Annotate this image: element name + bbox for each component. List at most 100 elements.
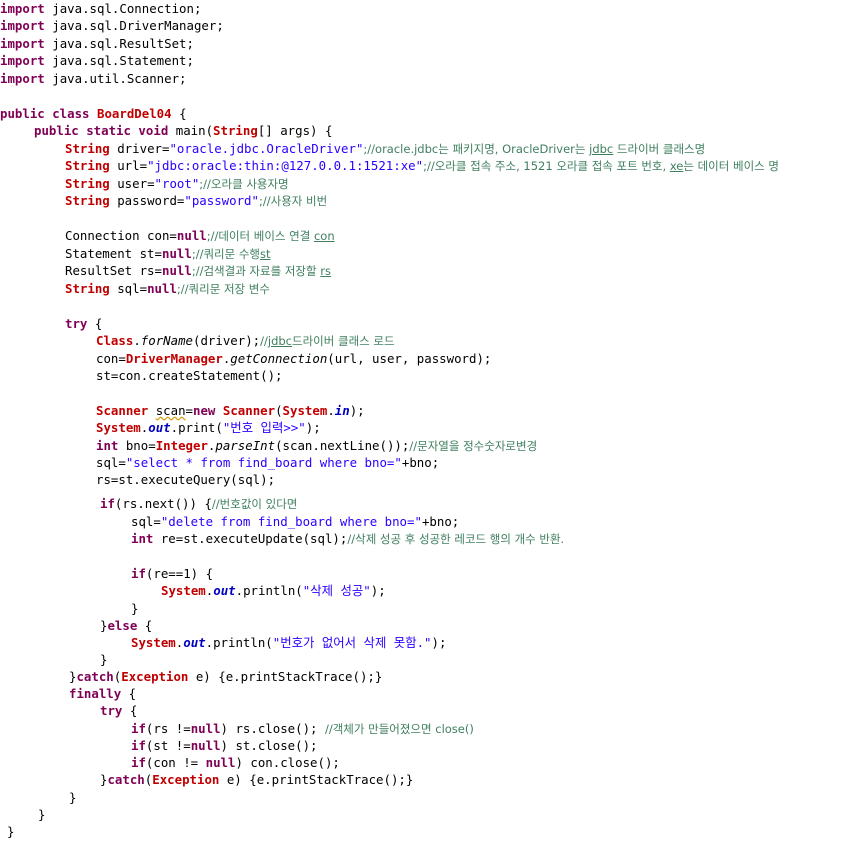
string-literal: "번호 입력>>": [222, 420, 306, 435]
code-text: driver=: [109, 141, 170, 156]
code-line: import java.sql.ResultSet;: [0, 35, 194, 52]
keyword: if: [100, 496, 115, 511]
comment: ;//검색결과 자료를 저장할: [191, 264, 321, 278]
comment: jdbc: [267, 334, 293, 348]
code-line: }catch(Exception e) {e.printStackTrace()…: [0, 771, 413, 788]
code-line: sql="delete from find_board where bno="+…: [0, 513, 459, 530]
code-text: sql=: [131, 514, 161, 529]
warning-underlined-var: scan: [155, 403, 186, 418]
comment: xe: [669, 159, 684, 173]
keyword: try: [100, 703, 123, 718]
class-name: BoardDel04: [97, 106, 172, 121]
keyword: null: [190, 721, 221, 736]
string-literal: "select * from find_board where bno=": [125, 455, 402, 470]
keyword: if: [131, 721, 146, 736]
code-text: url=: [109, 158, 148, 173]
code-line: try {: [0, 702, 137, 719]
string-literal: "삭제 성공": [302, 583, 371, 598]
comment: 드라이버 클래스명: [613, 142, 706, 156]
code-line: if(con != null) con.close();: [0, 754, 340, 771]
class-name: Scanner: [96, 403, 149, 418]
code-text: (scan.nextLine());: [275, 438, 410, 453]
comment: ;//데이터 베이스 연결: [206, 229, 314, 243]
string-literal: "password": [184, 193, 259, 208]
keyword: import: [0, 53, 45, 68]
keyword: null: [147, 281, 177, 296]
comment: jdbc: [589, 142, 614, 156]
class-name: Scanner: [222, 403, 276, 418]
comment: ;//오라클 사용자명: [199, 177, 289, 191]
code-line: if(re==1) {: [0, 565, 213, 582]
code-text: .println(: [205, 635, 273, 650]
code-text: (st !=: [145, 738, 191, 753]
class-name: Class: [96, 333, 134, 348]
code-text: +bno;: [421, 514, 460, 529]
type-name: String: [65, 193, 110, 208]
code-text: rs=st.executeQuery(sql);: [96, 472, 276, 487]
keyword: null: [161, 246, 192, 261]
code-text: .print(: [170, 420, 223, 435]
keyword: import: [0, 36, 45, 51]
comment: ;//쿼리문 수행: [191, 247, 261, 261]
string-literal: "번호가 없어서 삭제 못함.": [272, 635, 432, 650]
code-text: );: [349, 403, 365, 418]
string-literal: "jdbc:oracle:thin:@127.0.0.1:1521:xe": [147, 158, 424, 173]
code-line: import java.sql.Connection;: [0, 0, 201, 17]
code-line: }else {: [0, 617, 152, 634]
import-path: java.sql.Statement;: [52, 53, 194, 68]
code-line: }: [0, 600, 138, 617]
code-text: sql=: [96, 455, 126, 470]
code-editor[interactable]: import java.sql.Connection; import java.…: [0, 0, 864, 843]
code-text: e) {e.printStackTrace();}: [188, 669, 383, 684]
code-text: password=: [109, 193, 185, 208]
keyword: import: [0, 18, 45, 33]
keyword: null: [190, 738, 221, 753]
class-name: System: [161, 583, 206, 598]
code-text: }: [7, 824, 15, 839]
code-line: con=DriverManager.getConnection(url, use…: [0, 350, 491, 367]
type-name: String: [65, 176, 110, 191]
code-text: (: [275, 403, 283, 418]
code-line: if(rs !=null) rs.close(); //객체가 만들어졌으면 c…: [0, 720, 474, 737]
class-name: DriverManager: [125, 351, 223, 366]
static-field: out: [148, 420, 171, 435]
code-line: String user="root";//오라클 사용자명: [0, 175, 289, 192]
static-field: in: [334, 403, 350, 418]
type-name: String: [213, 123, 258, 138]
code-line: String sql=null;//쿼리문 저장 변수: [0, 280, 270, 297]
code-text: re=st.executeUpdate(sql);: [153, 531, 348, 546]
keyword: catch: [107, 772, 145, 787]
code-text: (driver);: [193, 333, 261, 348]
code-text: }: [38, 807, 46, 822]
code-line: System.out.println("번호가 없어서 삭제 못함.");: [0, 634, 446, 651]
keyword: catch: [76, 669, 114, 684]
code-line: import java.sql.DriverManager;: [0, 17, 224, 34]
comment: //: [260, 334, 268, 348]
code-line: String url="jdbc:oracle:thin:@127.0.0.1:…: [0, 157, 779, 174]
code-text: );: [305, 420, 321, 435]
code-text: }: [100, 652, 108, 667]
import-path: java.util.Scanner;: [52, 71, 187, 86]
code-text: ResultSet rs=: [65, 263, 162, 278]
code-line: rs=st.executeQuery(sql);: [0, 471, 275, 488]
keyword: new: [193, 403, 216, 418]
keyword: if: [131, 755, 146, 770]
code-text: );: [431, 635, 447, 650]
code-text: (con !=: [145, 755, 206, 770]
code-text: user=: [109, 176, 155, 191]
code-text: {: [171, 106, 187, 121]
code-text: (re==1) {: [145, 566, 214, 581]
code-line: finally {: [0, 685, 136, 702]
comment: ;//쿼리문 저장 변수: [176, 282, 270, 296]
keyword: int: [131, 531, 154, 546]
comment: con: [313, 229, 335, 243]
code-text: =: [185, 403, 193, 418]
method-name: parseInt: [215, 438, 276, 453]
code-text: );: [370, 583, 386, 598]
comment: rs: [320, 264, 331, 278]
code-line: Class.forName(driver);//jdbc드라이버 클래스 로드: [0, 332, 395, 349]
code-text: main(: [168, 123, 214, 138]
code-line: try {: [0, 315, 102, 332]
code-line: if(rs.next()) {//번호값이 있다면: [0, 495, 297, 512]
